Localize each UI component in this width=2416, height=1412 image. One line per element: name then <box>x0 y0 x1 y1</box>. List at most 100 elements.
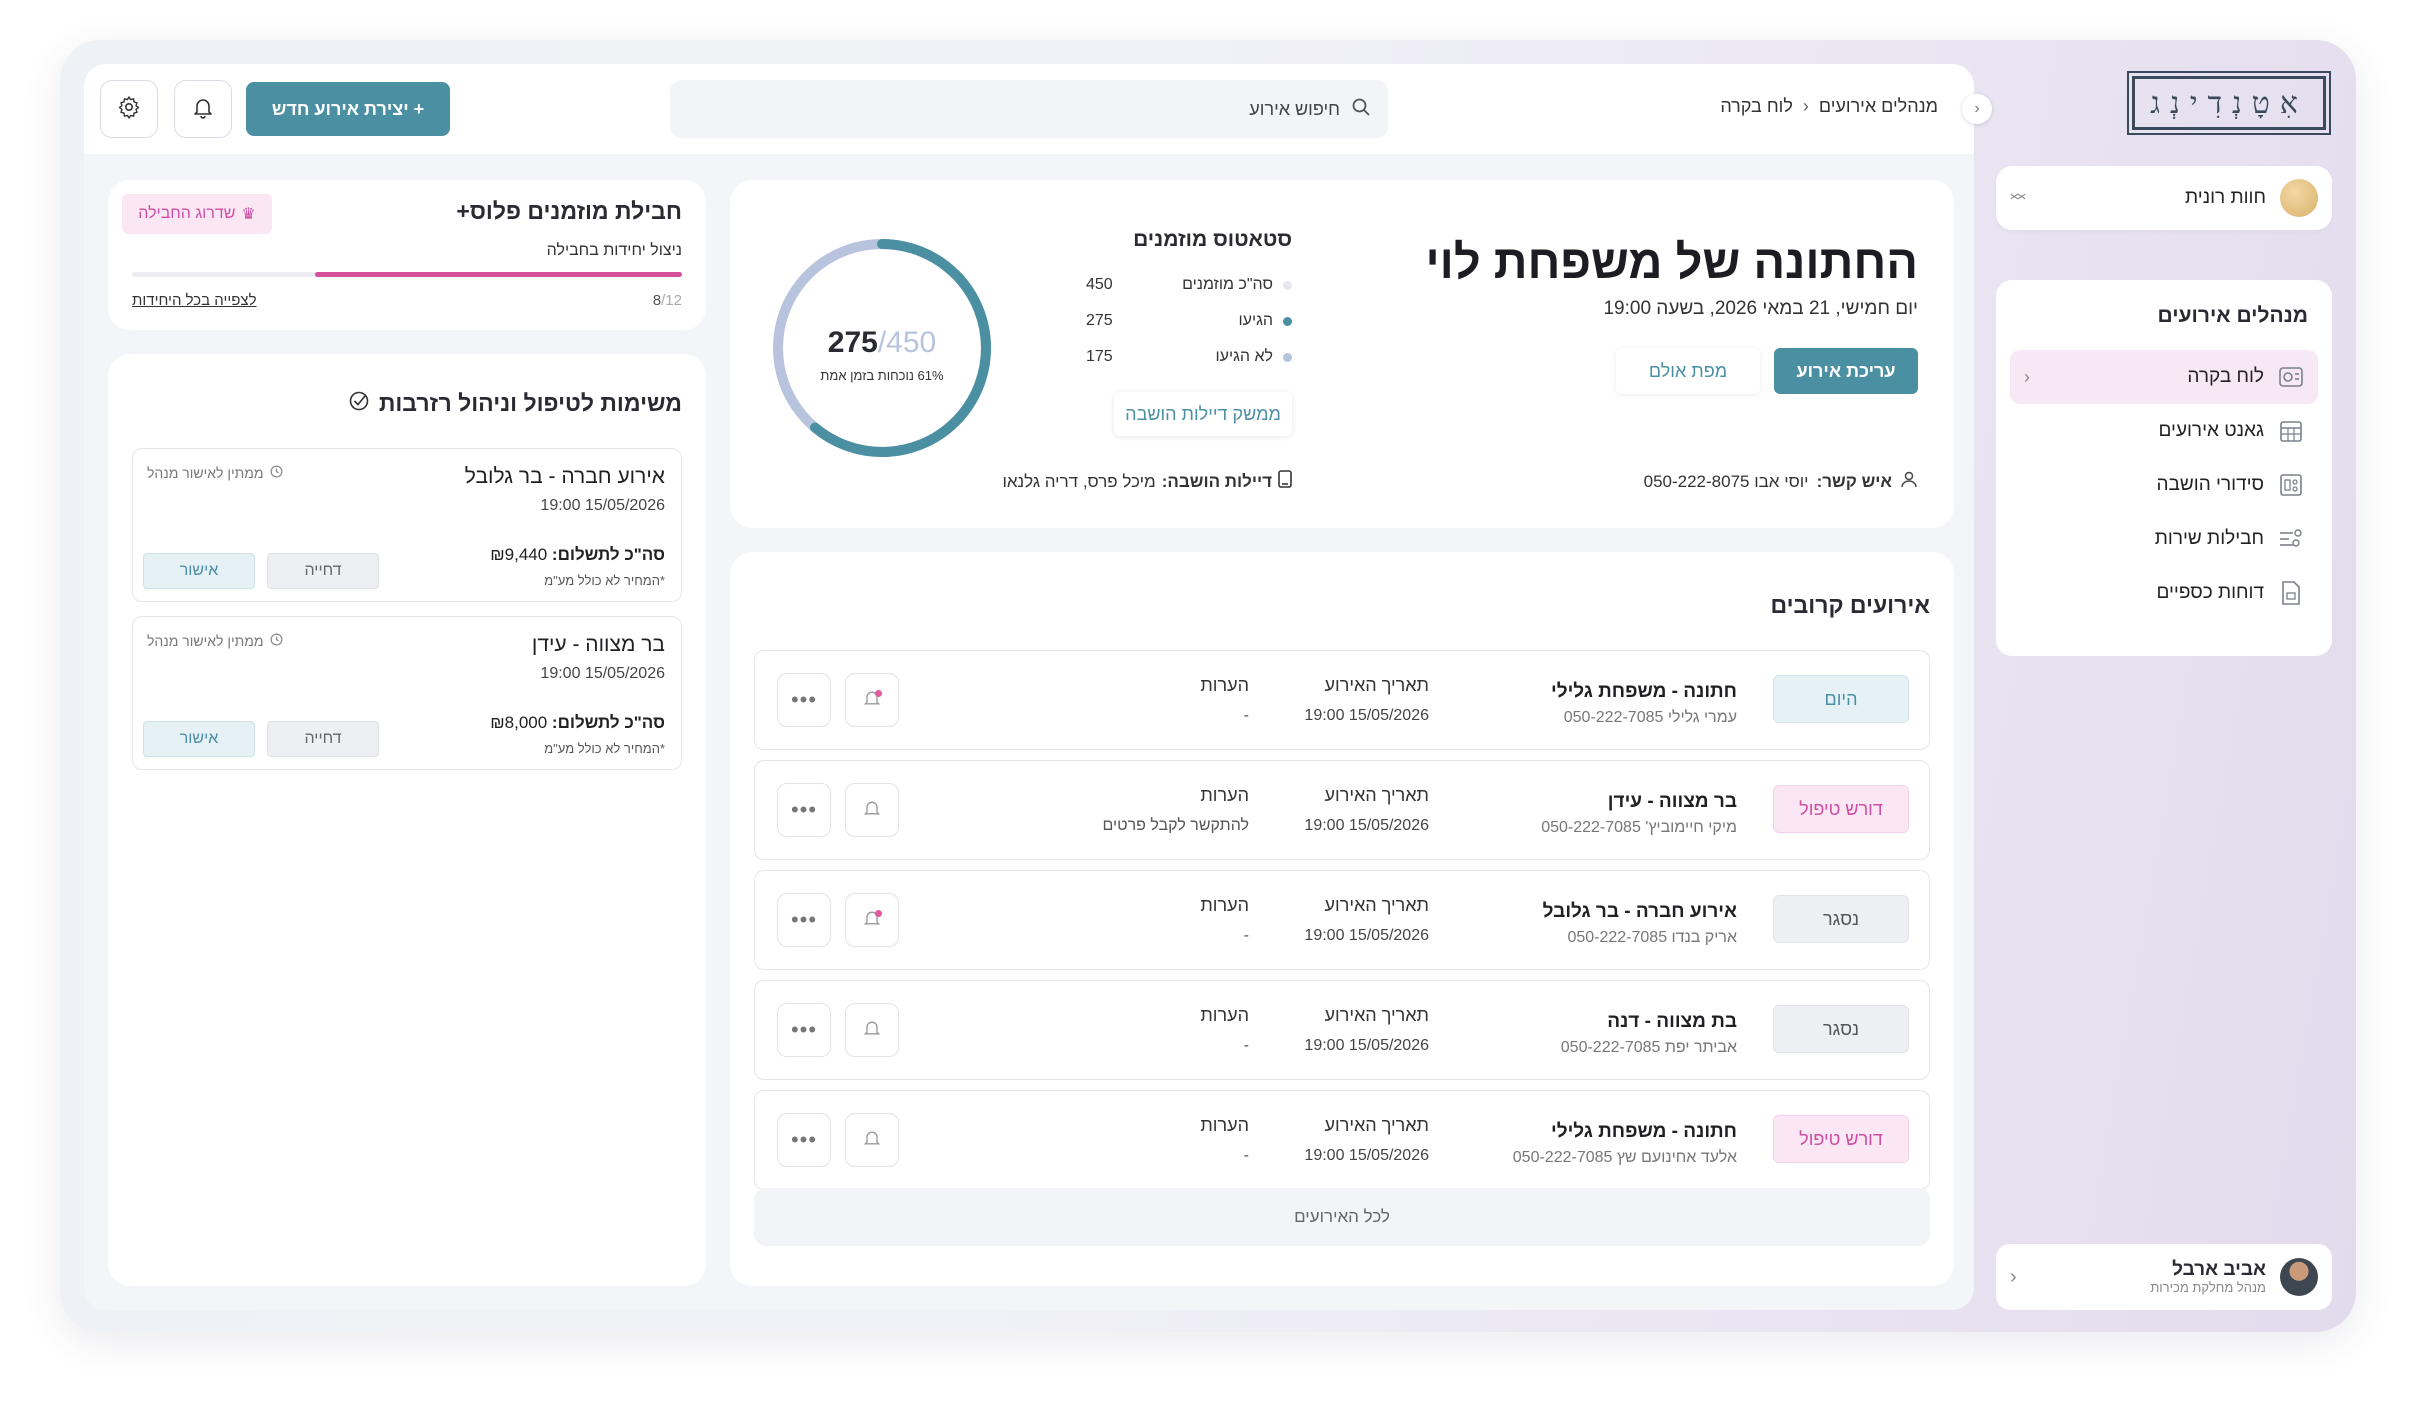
reject-button[interactable]: דחייה <box>267 721 379 757</box>
approve-button[interactable]: אישור <box>143 553 255 589</box>
more-options-button[interactable]: ••• <box>777 1003 831 1057</box>
venue-switcher[interactable]: חוות רונית ︿ ﹀ <box>1996 166 2332 230</box>
sidebar: אִטָנְדִינְג חוות רונית ︿ ﹀ מנהלים אירועי… <box>1992 70 2332 1310</box>
status-label: סה"כ מוזמנים <box>1182 276 1273 293</box>
notification-dot <box>875 690 882 697</box>
used-count: 8 <box>652 292 662 309</box>
table-row[interactable]: נסגר אירוע חברה - בר גלובל אריק בנדו 050… <box>754 870 1930 970</box>
profile-name: אביב ארבל <box>2172 1258 2266 1280</box>
financial-report-icon <box>2278 580 2304 606</box>
reminder-button[interactable] <box>845 783 899 837</box>
sidebar-item-seating[interactable]: סידורי הושבה <box>2010 458 2318 512</box>
more-options-button[interactable]: ••• <box>777 673 831 727</box>
reminder-button[interactable] <box>845 673 899 727</box>
reminder-button[interactable] <box>845 1113 899 1167</box>
chevron-left-icon: ‹ <box>1974 100 1980 117</box>
event-date: 15/05/2026 19:00 <box>1304 817 1429 834</box>
table-row[interactable]: נסגר בת מצווה - דנה אביתר יפת 050-222-70… <box>754 980 1930 1080</box>
edit-event-button[interactable]: עריכת אירוע <box>1774 348 1918 394</box>
all-events-button[interactable]: לכל האירועים <box>754 1188 1930 1246</box>
notifications-button[interactable] <box>174 80 232 138</box>
topbar: מנהלים אירועים ‹ לוח בקרה חיפוש אירוע + … <box>84 64 1974 154</box>
more-options-button[interactable]: ••• <box>777 1113 831 1167</box>
app-logo[interactable]: אִטָנְדִינְג <box>2127 71 2331 135</box>
status-label: הגיעו <box>1238 312 1273 329</box>
notes-label: הערות <box>1200 895 1249 915</box>
donut-center-value: 275/450 <box>828 326 936 359</box>
reminder-button[interactable] <box>845 1003 899 1057</box>
create-event-button[interactable]: + יצירת אירוע חדש <box>246 82 450 136</box>
task-status: ממתין לאישור מנהל <box>147 465 283 481</box>
view-all-units-link[interactable]: לצפייה בכל היחידות <box>132 292 257 309</box>
breadcrumb-item[interactable]: מנהלים אירועים <box>1819 96 1938 117</box>
status-badge: דורש טיפול <box>1773 1115 1909 1163</box>
settings-button[interactable] <box>100 80 158 138</box>
venue-name: חוות רונית <box>2185 187 2266 208</box>
tasks-card: משימות לטיפול וניהול רזרבות אירוע חברה -… <box>108 354 706 1286</box>
event-note: להתקשר לקבל פרטים <box>1102 817 1249 834</box>
total-label: סה"כ לתשלום: <box>551 713 665 732</box>
event-contact: מיקי חיימוביץ' 050-222-7085 <box>1541 819 1737 836</box>
package-usage-count: 8/12 <box>653 292 682 309</box>
task-total: סה"כ לתשלום: ₪9,440 <box>490 545 665 565</box>
reject-button[interactable]: דחייה <box>267 553 379 589</box>
event-date: יום חמישי, 21 במאי 2026, בשעה 19:00 <box>1603 298 1918 319</box>
bell-icon <box>862 1128 882 1153</box>
search-input[interactable]: חיפוש אירוע <box>670 80 1388 138</box>
sidebar-item-financial-reports[interactable]: דוחות כספיים <box>2010 566 2318 620</box>
notes-label: הערות <box>1200 785 1249 805</box>
status-value: 450 <box>1086 276 1113 293</box>
reminder-button[interactable] <box>845 893 899 947</box>
status-badge: דורש טיפול <box>1773 785 1909 833</box>
sidebar-item-gantt[interactable]: גאנט אירועים <box>2010 404 2318 458</box>
status-badge: נסגר <box>1773 895 1909 943</box>
task-status-label: ממתין לאישור מנהל <box>147 465 264 481</box>
sidebar-item-label: חבילות שירות <box>2154 528 2264 549</box>
status-row-total: סה"כ מוזמנים 450 <box>1086 276 1292 294</box>
task-name: בר מצווה - עידן <box>531 633 665 656</box>
event-summary-card: החתונה של משפחת לוי יום חמישי, 21 במאי 2… <box>730 180 1954 528</box>
event-name: חתונה - משפחת גלילי <box>1550 681 1737 702</box>
event-contact: אביתר יפת 050-222-7085 <box>1560 1039 1737 1056</box>
profile-role: מנהל מחלקת מכירות <box>2150 1279 2266 1295</box>
upcoming-title: אירועים קרובים <box>1770 592 1930 618</box>
packages-icon <box>2278 526 2304 552</box>
breadcrumb-item-current: לוח בקרה <box>1720 96 1793 116</box>
sidebar-item-dashboard[interactable]: לוח בקרה ‹ <box>2010 350 2318 404</box>
approve-button[interactable]: אישור <box>143 721 255 757</box>
profile-info: אביב ארבל מנהל מחלקת מכירות <box>2150 1258 2266 1295</box>
tasks-title-text: משימות לטיפול וניהול רזרבות <box>378 390 682 416</box>
seating-icon <box>2278 472 2304 498</box>
event-date: 15/05/2026 19:00 <box>1304 707 1429 724</box>
hall-map-button[interactable]: מפת אולם <box>1616 348 1760 394</box>
sidebar-item-label: גאנט אירועים <box>2158 420 2265 441</box>
event-contact: עמרי גלילי 050-222-7085 <box>1563 709 1737 726</box>
task-item: אירוע חברה - בר גלובל 15/05/2026 19:00 מ… <box>132 448 682 602</box>
total-amount: ₪9,440 <box>490 545 548 564</box>
sidebar-item-packages[interactable]: חבילות שירות <box>2010 512 2318 566</box>
user-profile[interactable]: אביב ארבל מנהל מחלקת מכירות ‹ <box>1996 1244 2332 1310</box>
seating-hostess-interface-button[interactable]: ממשק דיילות הושבה <box>1114 392 1292 436</box>
table-row[interactable]: דורש טיפול חתונה - משפחת גלילי אלעד אחינ… <box>754 1090 1930 1190</box>
total-count: /12 <box>661 292 682 309</box>
table-row[interactable]: דורש טיפול בר מצווה - עידן מיקי חיימוביץ… <box>754 760 1930 860</box>
status-dot <box>1283 280 1292 290</box>
dashboard-icon <box>2278 364 2304 390</box>
gear-icon <box>117 95 141 124</box>
status-badge: נסגר <box>1773 1005 1909 1053</box>
table-row[interactable]: היום חתונה - משפחת גלילי עמרי גלילי 050-… <box>754 650 1930 750</box>
bell-icon <box>191 95 215 124</box>
upgrade-package-button[interactable]: ♛ שדרוג החבילה <box>122 194 272 234</box>
event-date: 15/05/2026 19:00 <box>1304 927 1429 944</box>
package-title: חבילת מוזמנים פלוס+ <box>456 198 682 224</box>
donut-caption: 61% נוכחות בזמן אמת <box>820 368 944 383</box>
user-icon <box>1900 470 1918 493</box>
more-options-button[interactable]: ••• <box>777 893 831 947</box>
more-dots-icon: ••• <box>790 687 818 712</box>
event-contact: אריק בנדו 050-222-7085 <box>1567 929 1737 946</box>
event-date: 15/05/2026 19:00 <box>1304 1037 1429 1054</box>
more-options-button[interactable]: ••• <box>777 783 831 837</box>
event-name: חתונה - משפחת גלילי <box>1550 1121 1737 1142</box>
collapse-sidebar-button[interactable]: ‹ <box>1962 94 1992 124</box>
status-dot <box>1283 316 1292 326</box>
